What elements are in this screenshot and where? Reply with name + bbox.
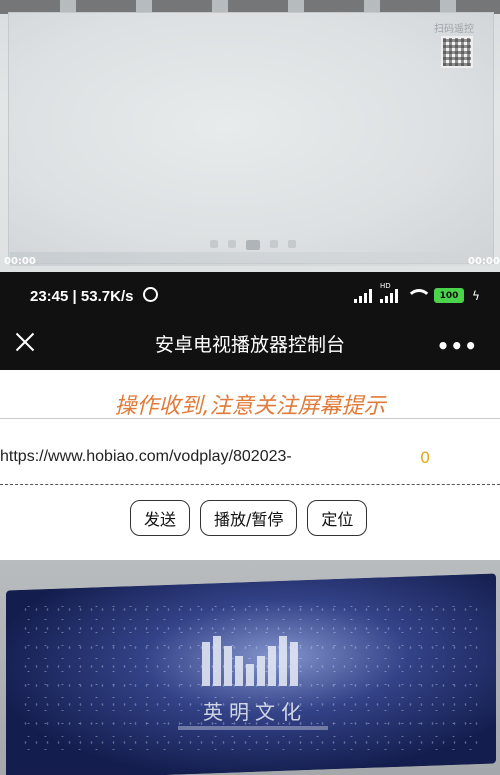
brand-subtitle-line: [178, 726, 328, 730]
status-icons: HD 100 ϟ: [354, 282, 480, 303]
signal-icon: [354, 288, 372, 303]
net-speed: 53.7K/s: [80, 288, 134, 305]
projector-photo-top: 扫码遥控 00:00 00:00: [0, 0, 500, 272]
screen: 扫码遥控 00:00 00:00 23:45 | 53.7K/s HD 100 …: [0, 0, 500, 775]
alarm-icon: [143, 287, 158, 302]
qr-label: 扫码遥控: [434, 24, 474, 35]
rewind-icon: [228, 240, 236, 248]
forward-icon: [270, 240, 278, 248]
total-time: 00:00: [468, 256, 500, 267]
qr-code-icon: [441, 36, 473, 68]
status-bar: 23:45 | 53.7K/s HD 100 ϟ: [0, 272, 500, 318]
next-icon: [288, 240, 296, 248]
player-controls: [210, 240, 296, 250]
projected-screen: [8, 12, 494, 264]
brand-logo-icon: [202, 626, 298, 686]
network-type-label: HD: [380, 281, 391, 290]
prev-icon: [210, 240, 218, 248]
send-button[interactable]: 发送: [130, 500, 191, 536]
locate-button[interactable]: 定位: [307, 500, 368, 536]
battery-icon: 100: [434, 288, 464, 303]
counter-value: 0: [420, 448, 431, 467]
charging-icon: ϟ: [472, 288, 480, 303]
play-pause-button[interactable]: 播放/暂停: [200, 500, 298, 536]
divider: [0, 418, 500, 419]
wifi-icon: [406, 288, 432, 303]
play-icon: [246, 240, 260, 250]
control-panel: 操作收到,注意关注屏幕提示 https://www.hobiao.com/vod…: [0, 370, 500, 560]
progress-bar: [10, 252, 490, 266]
separator: |: [72, 288, 81, 305]
projector-photo-bottom: 英明文化: [0, 560, 500, 775]
input-underline: [0, 484, 500, 485]
status-notice: 操作收到,注意关注屏幕提示: [114, 394, 386, 419]
more-options-icon[interactable]: •••: [437, 334, 478, 358]
page-title: 安卓电视播放器控制台: [154, 334, 345, 356]
elapsed-time: 00:00: [4, 256, 36, 267]
action-buttons: 发送 播放/暂停 定位: [130, 500, 368, 536]
url-input[interactable]: https://www.hobiao.com/vodplay/802023-: [0, 448, 352, 466]
app-title-bar: 安卓电视播放器控制台 •••: [0, 318, 500, 370]
signal-hd-icon: HD: [380, 282, 398, 303]
status-clock: 23:45 | 53.7K/s: [30, 288, 133, 305]
battery-level: 100: [439, 290, 459, 301]
status-time: 23:45: [30, 288, 69, 305]
brand-name: 英明文化: [203, 700, 307, 724]
